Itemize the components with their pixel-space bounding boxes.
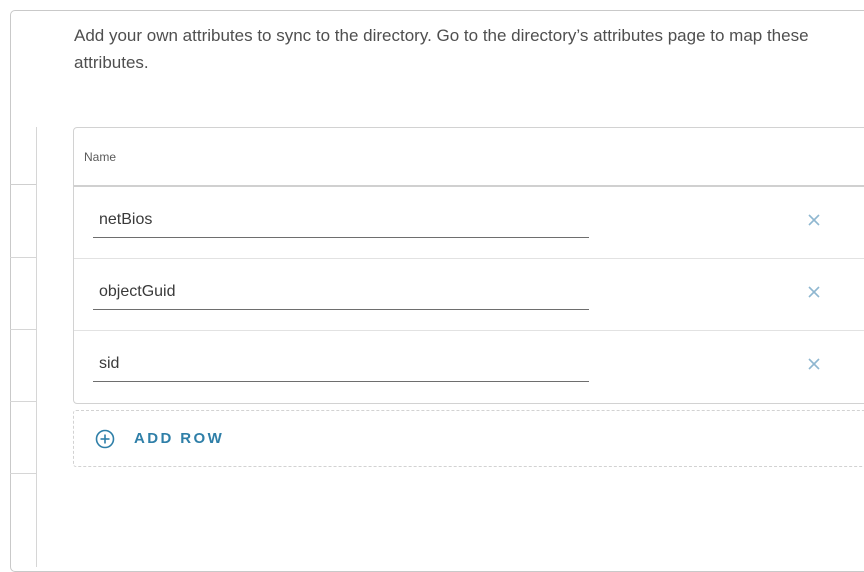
attribute-name-input[interactable] [93, 274, 589, 310]
plus-circle-icon [95, 429, 115, 448]
attribute-name-input[interactable] [93, 202, 589, 238]
close-icon[interactable] [804, 282, 824, 302]
attributes-description: Add your own attributes to sync to the d… [74, 26, 809, 72]
close-icon[interactable] [804, 210, 824, 230]
left-table-divider [10, 329, 36, 330]
close-icon[interactable] [804, 354, 824, 374]
custom-attributes-table: Name [73, 127, 864, 404]
left-table-divider [10, 257, 36, 258]
table-header: Name [74, 128, 864, 187]
table-row [74, 259, 864, 331]
left-table-divider [10, 401, 36, 402]
table-row [74, 331, 864, 402]
left-table-divider [10, 184, 36, 185]
left-table-divider [10, 473, 36, 474]
column-header-name: Name [84, 149, 117, 164]
add-row-label: ADD ROW [134, 430, 225, 447]
left-table-fragment [10, 127, 37, 567]
table-row [74, 187, 864, 259]
attribute-name-input[interactable] [93, 346, 589, 382]
add-row-button[interactable]: ADD ROW [73, 410, 864, 467]
